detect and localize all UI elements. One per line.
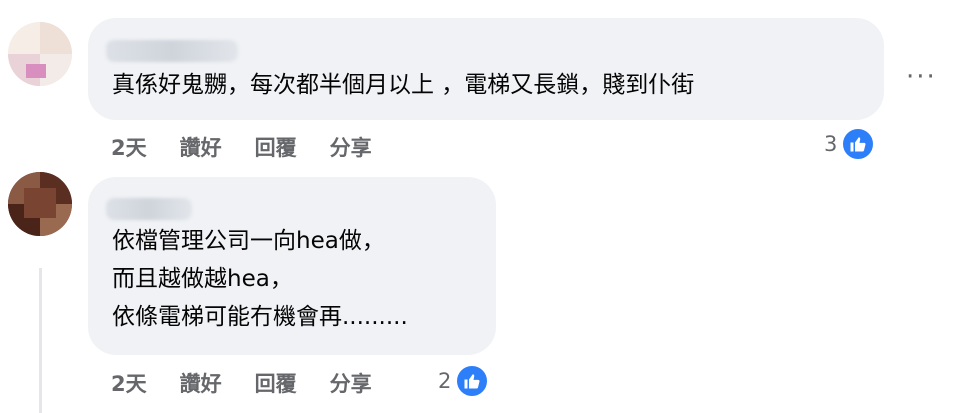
reply-button[interactable]: 回覆 bbox=[255, 368, 297, 398]
reaction-count: 3 bbox=[824, 132, 838, 156]
reaction-summary[interactable]: 3 bbox=[824, 127, 876, 161]
reaction-summary[interactable]: 2 bbox=[438, 364, 490, 398]
avatar[interactable] bbox=[8, 172, 72, 236]
like-button[interactable]: 讚好 bbox=[180, 132, 222, 162]
like-button[interactable]: 讚好 bbox=[180, 368, 222, 398]
reply-button[interactable]: 回覆 bbox=[255, 132, 297, 162]
timestamp[interactable]: 2天 bbox=[111, 368, 147, 398]
thumbs-up-icon bbox=[455, 364, 490, 398]
thumbs-up-icon bbox=[841, 127, 876, 161]
comment-actions: 2天 讚好 回覆 分享 bbox=[111, 132, 372, 162]
thread-line bbox=[39, 268, 42, 413]
comment-text: 依檔管理公司一向hea做， 而且越做越hea， 依條電梯可能冇機會再......… bbox=[112, 228, 408, 330]
avatar[interactable] bbox=[8, 22, 72, 86]
timestamp[interactable]: 2天 bbox=[111, 132, 147, 162]
reaction-count: 2 bbox=[438, 369, 452, 393]
share-button[interactable]: 分享 bbox=[330, 132, 372, 162]
more-options-icon[interactable]: ··· bbox=[906, 62, 937, 92]
comment-actions: 2天 讚好 回覆 分享 bbox=[111, 368, 372, 398]
comment-text: 真係好鬼嬲，每次都半個月以上 ，電梯又長鎖，賤到仆街 bbox=[112, 72, 695, 98]
share-button[interactable]: 分享 bbox=[330, 368, 372, 398]
author-name-blurred[interactable] bbox=[106, 40, 238, 62]
author-name-blurred[interactable] bbox=[106, 198, 192, 220]
